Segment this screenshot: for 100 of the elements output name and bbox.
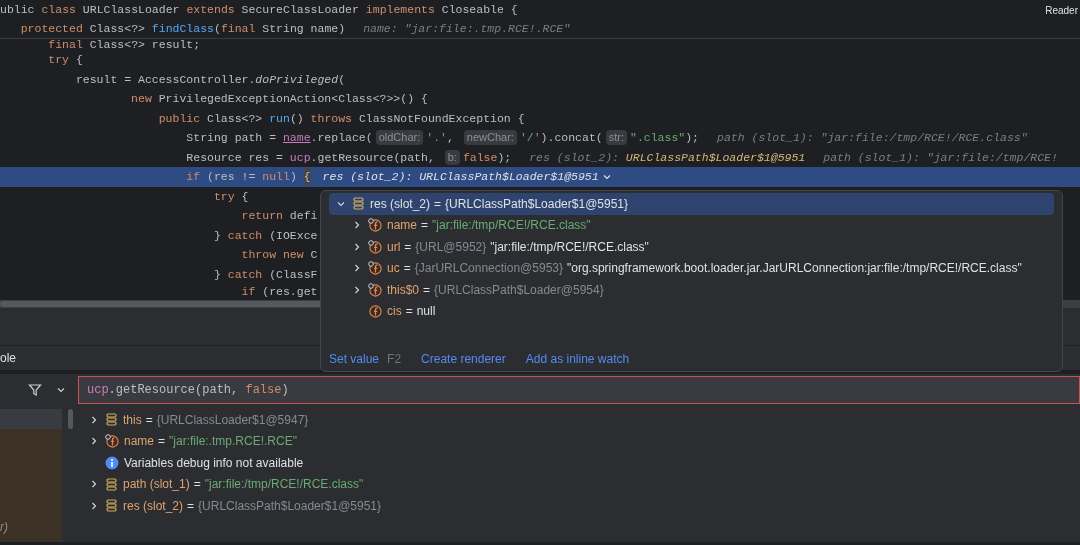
info-message: Variables debug info not available (124, 454, 304, 472)
scrollbar-thumb[interactable] (67, 409, 73, 429)
reader-mode-label[interactable]: Reader (1045, 3, 1078, 18)
code-token: throw new (241, 247, 305, 264)
code-token: Class<?> result; (89, 36, 201, 53)
chevron-right-icon[interactable] (89, 479, 99, 490)
code-token: final (48, 36, 84, 53)
final-field-icon (368, 218, 382, 233)
code-token: Class<?> (207, 110, 264, 127)
code-token: Class<?> (89, 20, 146, 37)
code-token: run (269, 110, 290, 127)
chevron-right-icon[interactable] (89, 414, 99, 425)
code-token: implements (365, 1, 436, 18)
code-token: catch (227, 227, 264, 244)
code-token: SecureClassLoader (241, 1, 360, 18)
chevron-right-icon[interactable] (352, 241, 362, 252)
expression-field[interactable]: ucp.getResource(path, false) (78, 375, 1080, 404)
code-token: (ClassF (269, 266, 318, 283)
code-token: ( (338, 71, 346, 88)
variable-entry[interactable]: cis = null (387, 302, 436, 321)
code-token: if (186, 169, 202, 186)
code-token: name (282, 130, 311, 147)
code-token: extends (186, 1, 236, 18)
code-token: URLClassLoader (82, 1, 181, 18)
code-token: ublic (0, 1, 36, 18)
code-token: Closeable { (441, 1, 518, 18)
code-token: , (447, 130, 455, 147)
variable-entry[interactable]: url = {URL@5952} "jar:file:/tmp/RCE!/RCE.class" (387, 237, 649, 256)
code-token: PrivilegedExceptionAction<Class<?>>() { (158, 91, 428, 108)
variable-icon (352, 197, 365, 211)
frame-text: r) (0, 519, 9, 536)
code-token: class (41, 1, 77, 18)
code-token: return (241, 208, 284, 225)
code-token: (res != (207, 169, 257, 186)
inline-value: res (slot_2): (529, 149, 620, 166)
variable-entry[interactable]: this = {URLClassLoader$1@5947} (123, 410, 309, 429)
chevron-right-icon[interactable] (352, 220, 362, 231)
variable-entry[interactable]: name = "jar:file:/tmp/RCE!/RCE.class" (387, 216, 591, 235)
inline-value: path (slot_1): "jar:file:/tmp/RCE!/RCE.class" (717, 130, 1028, 147)
chevron-right-icon[interactable] (352, 263, 362, 274)
parameter-hint: str: (605, 130, 627, 146)
parameter-hint: b: (444, 149, 460, 165)
code-token: ClassNotFoundException { (358, 110, 525, 127)
code-token: String name) (262, 20, 346, 37)
code-token: try (48, 52, 69, 69)
parameter-hint: newChar: (463, 130, 517, 146)
action-link[interactable]: Create renderer (421, 350, 506, 368)
action-link[interactable]: Set value (329, 350, 380, 368)
inline-value: res (slot_2): URLClassPath$Loader$1@5951 (322, 169, 599, 186)
inline-value: URLClassPath$Loader$1@5951 (625, 149, 806, 166)
chevron-right-icon[interactable] (89, 500, 99, 511)
code-token: doPrivileged (255, 71, 339, 88)
variable-entry[interactable]: res (slot_2) = {URLClassPath$Loader$1@5951} (123, 496, 382, 515)
code-token: } (213, 266, 222, 283)
code-token: result = AccessController. (75, 71, 256, 88)
variable-entry[interactable]: name = "jar:file:.tmp.RCE!.RCE" (124, 432, 297, 451)
code-token: new (131, 91, 153, 108)
code-token: if (241, 283, 257, 300)
code-token: defi (289, 208, 318, 225)
code-token: findClass (151, 20, 214, 37)
filter-icon[interactable] (28, 382, 42, 397)
final-field-icon (368, 282, 382, 297)
code-token: try (213, 188, 235, 205)
code-token: '/' (519, 130, 541, 147)
code-token: String path = (186, 130, 278, 147)
code-token: () (289, 110, 305, 127)
variable-entry[interactable]: uc = {JarURLConnection@5953} "org.springframework.boot.loader.jar.JarURLConnection:jar:file:/tmp/RCE!/RCE.class" (387, 259, 1022, 278)
code-token: { (241, 188, 249, 205)
parameter-hint: oldChar: (375, 130, 424, 146)
code-token: ( (213, 20, 221, 37)
code-token: throws (310, 110, 353, 127)
code-token: null (262, 169, 290, 186)
code-token: (res.get (262, 283, 318, 300)
chevron-right-icon[interactable] (89, 436, 99, 447)
code-token: ); (685, 130, 700, 147)
console-tab[interactable]: ole (0, 349, 16, 367)
inline-value: name: "jar:file:.tmp.RCE!.RCE" (363, 20, 571, 37)
code-token: } (213, 227, 222, 244)
chevron-right-icon[interactable] (352, 284, 362, 295)
code-token: '.' (426, 130, 447, 147)
variable-entry[interactable]: path (slot_1) = "jar:file:/tmp/RCE!/RCE.class" (123, 475, 364, 494)
code-token: .replace( (310, 130, 373, 147)
code-token: ); (497, 149, 512, 166)
action-link[interactable]: Add as inline watch (525, 350, 630, 368)
code-token: false (462, 149, 498, 166)
code-token: ).concat( (540, 130, 603, 147)
code-token: { (75, 52, 83, 69)
variable-icon (105, 413, 118, 427)
final-field-icon (368, 261, 382, 276)
info-icon (105, 455, 119, 470)
code-token: ucp (289, 149, 311, 166)
code-token: final (220, 20, 257, 37)
variable-entry[interactable]: this$0 = {URLClassPath$Loader@5954} (387, 280, 604, 299)
matched-brace: { (303, 168, 311, 186)
variable-icon (105, 477, 118, 491)
code-token: (IOExce (269, 227, 318, 244)
inline-value: path (slot_1): "jar:file:/tmp/RCE! (823, 149, 1058, 166)
final-field-icon (368, 239, 382, 254)
shortcut-label: F2 (387, 351, 402, 368)
code-token: catch (227, 266, 264, 283)
